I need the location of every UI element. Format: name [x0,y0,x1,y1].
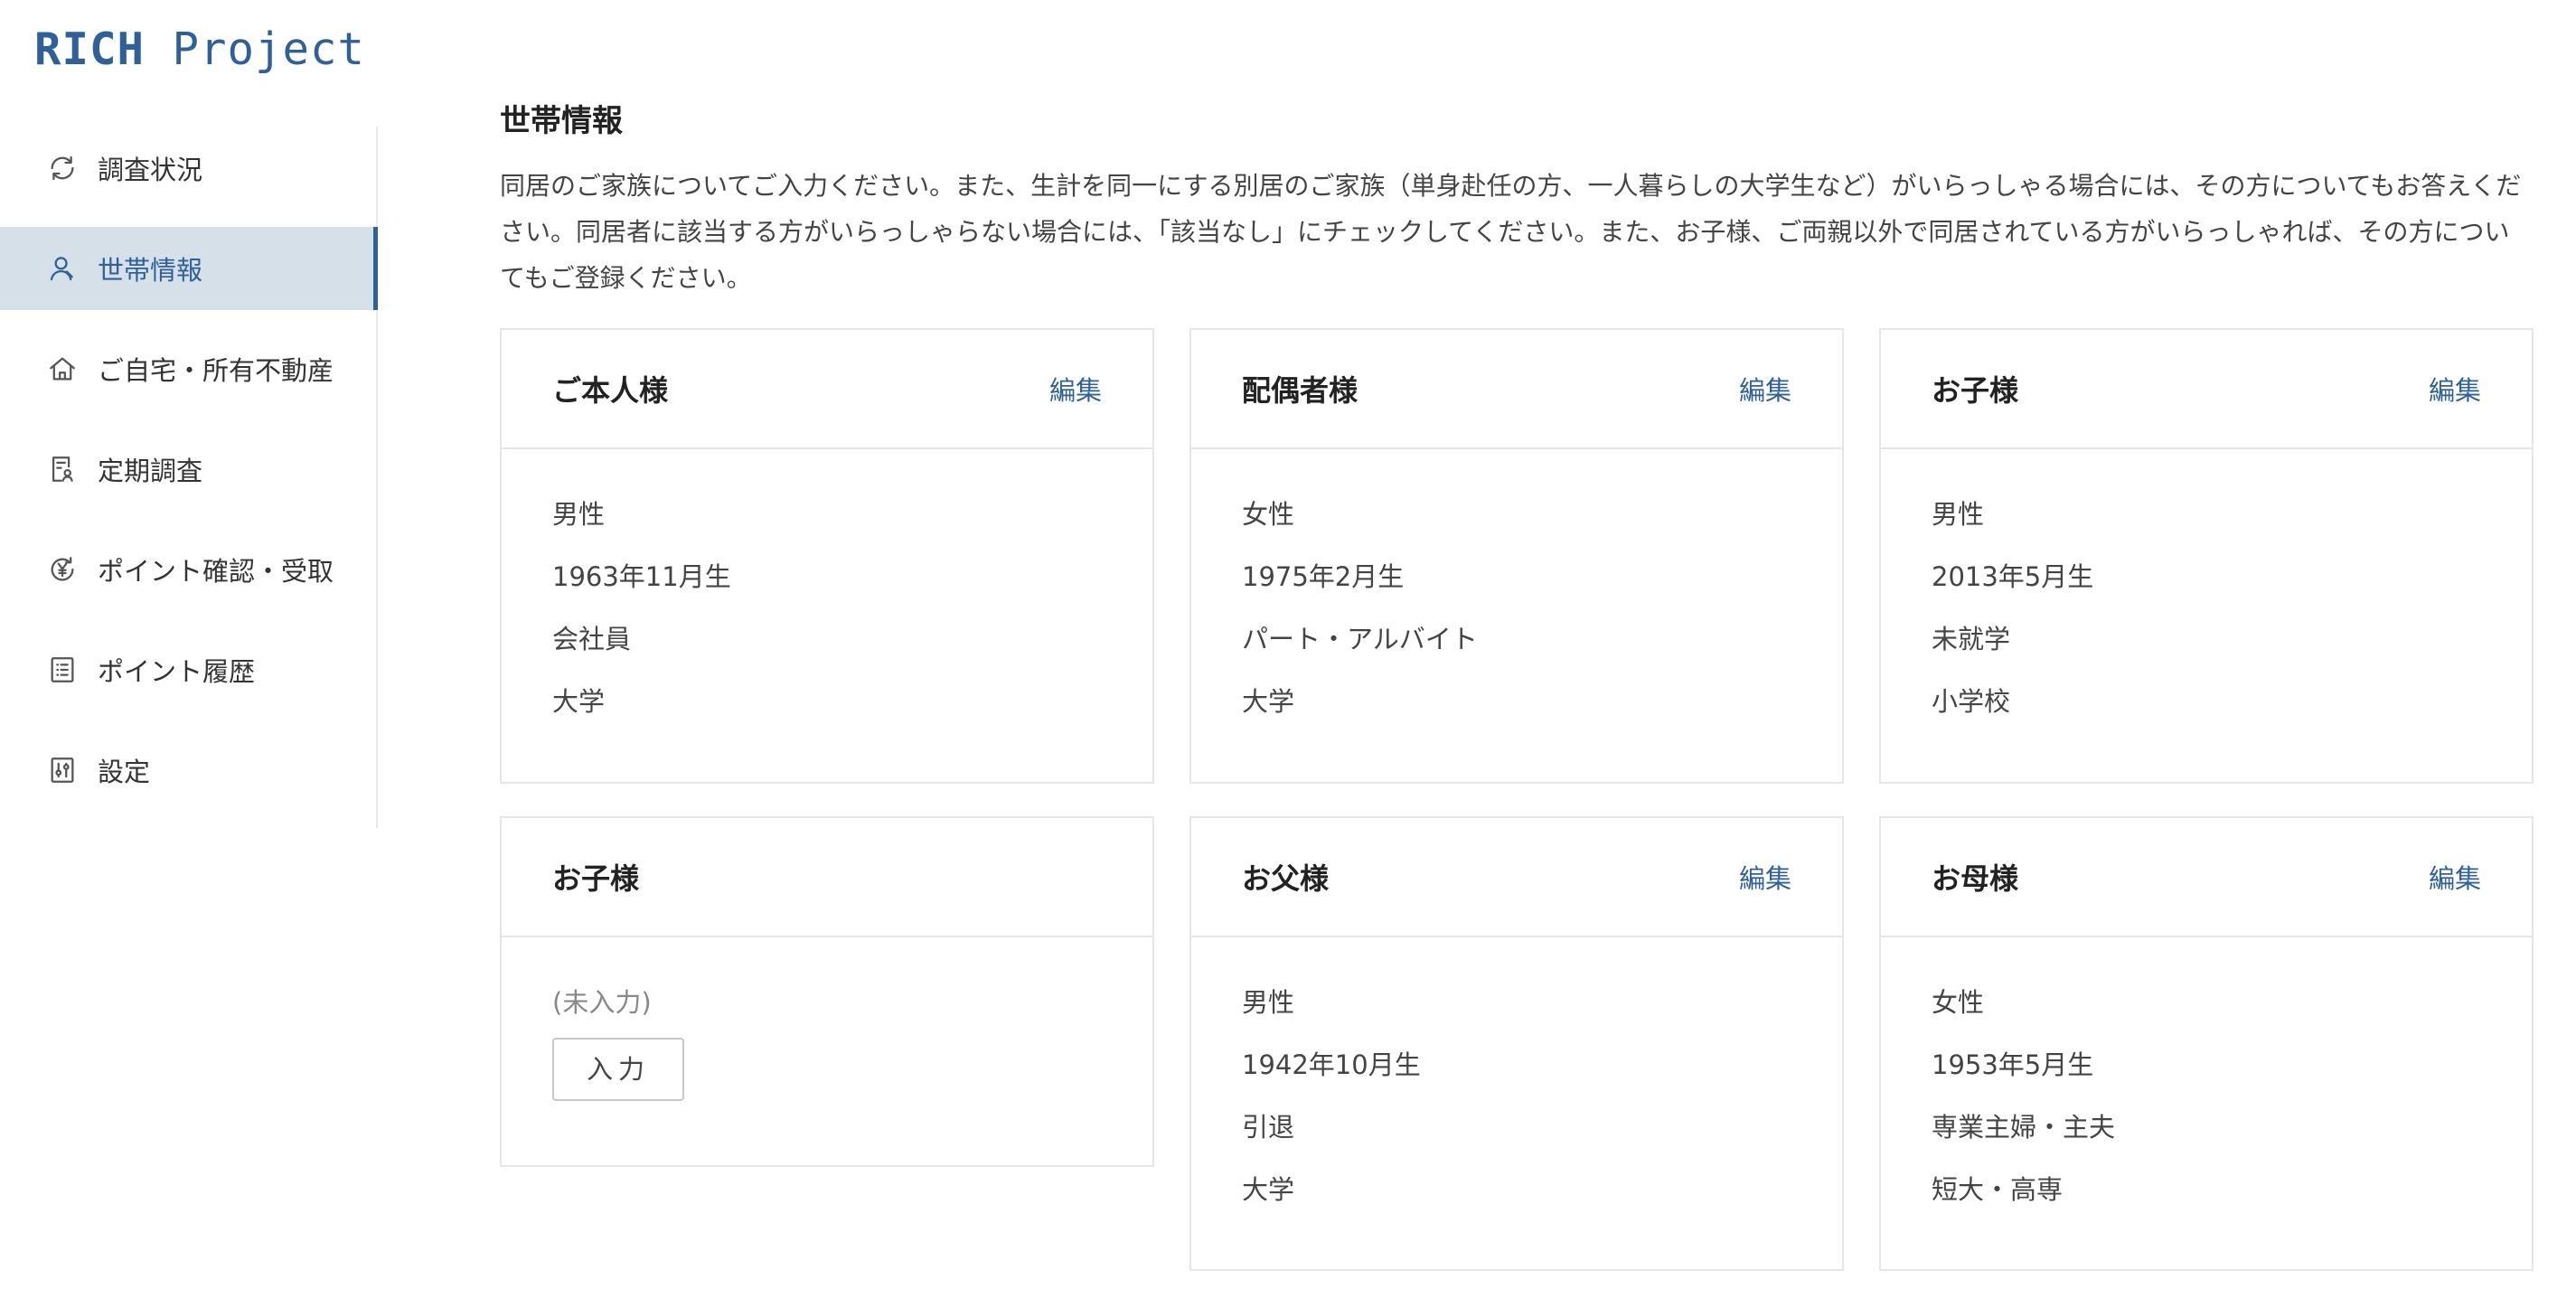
gender-value: 男性 [1242,987,1295,1018]
page-description: 同居のご家族についてご入力ください。また、生計を同一にする別居のご家族（単身赴任… [500,171,2522,293]
sidebar-item-home-property[interactable]: ご自宅・所有不動産 [0,327,376,410]
sidebar-item-points-claim[interactable]: ポイント確認・受取 [0,528,376,611]
page-title: 世帯情報 [500,103,623,139]
not-entered-note: (未入力) [552,987,652,1018]
sidebar-item-label: 定期調査 [98,456,203,486]
card-header: 配偶者様 編集 [1191,330,1842,449]
home-icon [47,353,78,384]
card-body: 女性 1953年5月生 専業主婦・主夫 短大・高専 [1881,937,2532,1221]
card-header: お父様 編集 [1191,818,1842,937]
sidebar-item-household[interactable]: 世帯情報 [0,227,378,310]
education-value: 小学校 [1932,686,2011,717]
sidebar-item-regular-survey[interactable]: 定期調査 [0,428,376,511]
sidebar-item-label: 設定 [98,757,151,787]
occupation-value: 引退 [1242,1112,1295,1143]
list-icon [47,654,78,685]
card-body: 男性 2013年5月生 未就学 小学校 [1881,449,2532,733]
card-header: お母様 編集 [1881,818,2532,937]
occupation-value: 専業主婦・主夫 [1932,1112,2116,1143]
edit-link[interactable]: 編集 [1739,858,1791,896]
gender-value: 女性 [1242,499,1295,530]
sidebar-item-survey-status[interactable]: 調査状況 [0,127,376,210]
birth-value: 1942年10月生 [1242,1049,1421,1080]
education-value: 大学 [552,686,606,717]
card-title: 配偶者様 [1242,373,1359,408]
refresh-icon [47,153,78,183]
card-title: お母様 [1932,861,2019,896]
sidebar-item-label: 調査状況 [98,155,203,185]
member-card-mother: お母様 編集 女性 1953年5月生 専業主婦・主夫 短大・高専 [1879,816,2534,1271]
card-header: ご本人様 編集 [502,330,1152,449]
sidebar-item-label: 世帯情報 [98,255,203,286]
survey-icon [47,454,78,485]
app-logo[interactable]: RICH Project [34,24,365,75]
occupation-value: パート・アルバイト [1242,624,1478,654]
card-body: 女性 1975年2月生 パート・アルバイト 大学 [1191,449,1842,733]
edit-link[interactable]: 編集 [1049,370,1102,408]
sidebar-item-label: ご自宅・所有不動産 [98,355,334,386]
logo-rest-text: Project [172,24,366,75]
member-card-self: ご本人様 編集 男性 1963年11月生 会社員 大学 [500,328,1154,784]
birth-value: 1963年11月生 [552,561,731,592]
logo-bold-text: RICH [34,24,146,75]
member-card-father: お父様 編集 男性 1942年10月生 引退 大学 [1189,816,1844,1271]
member-card-child-1: お子様 編集 男性 2013年5月生 未就学 小学校 [1879,328,2534,784]
gender-value: 男性 [1932,499,1985,530]
occupation-value: 会社員 [552,624,632,654]
card-body: 男性 1942年10月生 引退 大学 [1191,937,1842,1221]
education-value: 大学 [1242,1174,1295,1205]
card-title: お子様 [552,861,640,896]
edit-link[interactable]: 編集 [2429,858,2481,896]
sidebar: 調査状況 世帯情報 ご自宅・所有不動産 定期調査 ポイント確認・受取 ポイント履… [0,127,378,828]
sidebar-item-points-history[interactable]: ポイント履歴 [0,628,376,711]
occupation-value: 未就学 [1932,624,2011,654]
birth-value: 1975年2月生 [1242,561,1405,592]
gender-value: 男性 [552,499,606,530]
sidebar-item-label: ポイント確認・受取 [98,556,334,587]
card-title: ご本人様 [552,373,669,408]
gender-value: 女性 [1932,987,1985,1018]
edit-link[interactable]: 編集 [2429,370,2481,408]
birth-value: 1953年5月生 [1932,1049,2094,1080]
user-icon [47,253,78,284]
card-header: お子様 [502,818,1152,937]
settings-icon [47,755,78,786]
card-title: お子様 [1932,373,2019,408]
member-card-child-2: お子様 (未入力) 入力 [500,816,1154,1167]
input-button[interactable]: 入力 [552,1038,685,1101]
card-body: 男性 1963年11月生 会社員 大学 [502,449,1152,733]
yen-icon [47,554,78,585]
member-card-spouse: 配偶者様 編集 女性 1975年2月生 パート・アルバイト 大学 [1189,328,1844,784]
card-body: (未入力) 入力 [502,937,1152,1101]
education-value: 短大・高専 [1932,1174,2064,1205]
card-header: お子様 編集 [1881,330,2532,449]
sidebar-item-label: ポイント履歴 [98,656,256,687]
card-title: お父様 [1242,861,1330,896]
education-value: 大学 [1242,686,1295,717]
sidebar-item-settings[interactable]: 設定 [0,729,376,812]
birth-value: 2013年5月生 [1932,561,2094,592]
edit-link[interactable]: 編集 [1739,370,1791,408]
